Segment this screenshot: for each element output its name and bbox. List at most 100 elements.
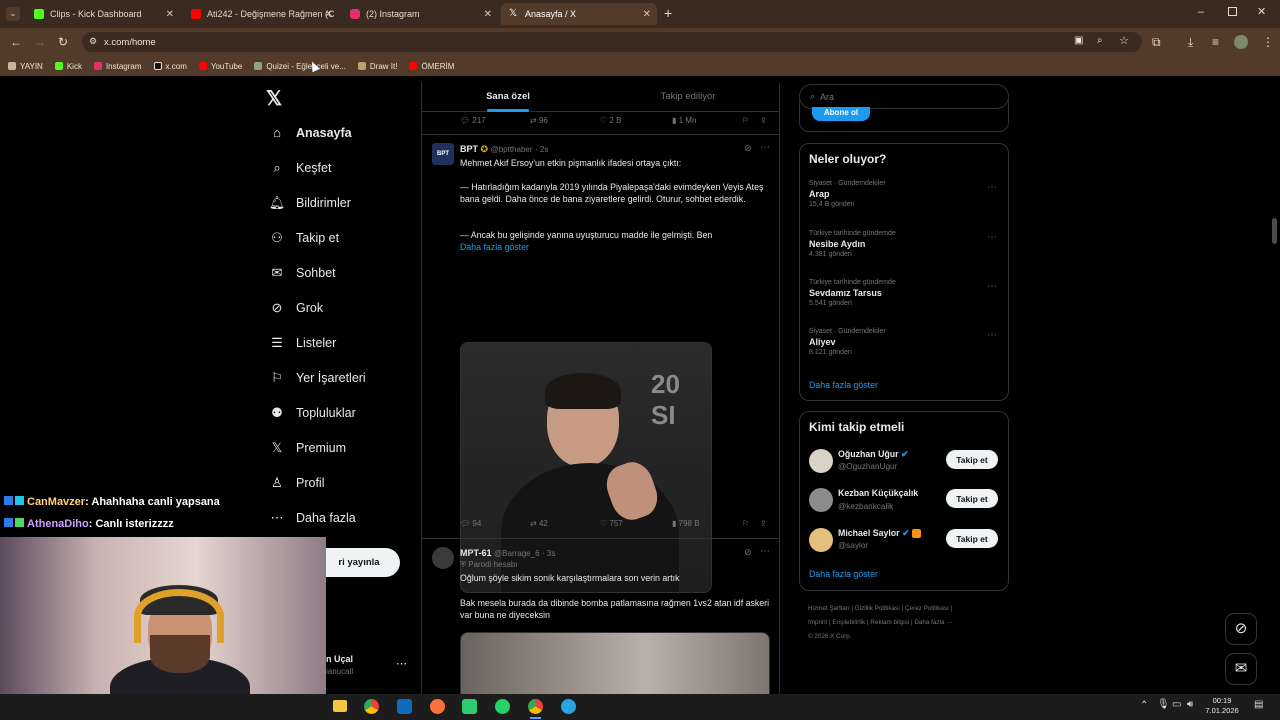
- nav-premium[interactable]: 𝕏 Premium: [268, 440, 346, 456]
- trend-item[interactable]: Türkiye tarihinde gündemde Nesibe Aydın …: [809, 230, 1001, 258]
- restore-button[interactable]: [1228, 7, 1237, 16]
- tab-search-button[interactable]: ⌄: [6, 7, 20, 21]
- author-handle[interactable]: @bptthaber: [491, 145, 533, 154]
- firefox-icon[interactable]: [430, 699, 445, 714]
- grok-icon[interactable]: ⊘: [744, 547, 752, 558]
- profile-avatar[interactable]: [1234, 35, 1248, 49]
- browser-tab-kick[interactable]: Clips - Kick Dashboard ✕: [26, 3, 180, 25]
- nav-grok[interactable]: ⊘ Grok: [268, 300, 324, 316]
- reply-button[interactable]: 💬︎ 94: [460, 519, 481, 528]
- more-icon[interactable]: ⋯: [987, 182, 997, 193]
- minimize-button[interactable]: –: [1198, 6, 1204, 18]
- nav-bookmarks[interactable]: ⚐ Yer İşaretleri: [268, 370, 366, 386]
- menu-icon[interactable]: ⋮: [1262, 35, 1274, 49]
- tab-for-you[interactable]: Sana özel: [422, 82, 594, 112]
- file-explorer-icon[interactable]: [333, 700, 347, 712]
- author-handle[interactable]: @Barrage_6: [494, 549, 539, 558]
- x-logo-icon[interactable]: 𝕏: [266, 86, 282, 111]
- tab-following[interactable]: Takip ediliyor: [602, 82, 774, 112]
- app-icon[interactable]: [462, 699, 477, 714]
- nav-profile[interactable]: ♙ Profil: [268, 475, 324, 491]
- close-icon[interactable]: ✕: [643, 9, 651, 20]
- bookmark-omerim[interactable]: ÖMERİM: [409, 62, 454, 71]
- repost-button[interactable]: ⇄ 96: [530, 116, 548, 125]
- trend-item[interactable]: Siyaset · Gündemdekiler Arap 15,4 B gönd…: [809, 180, 1001, 208]
- nav-communities[interactable]: ⚉ Topluluklar: [268, 405, 356, 421]
- bookmark-yayin[interactable]: YAYIN: [8, 62, 43, 71]
- bookmark-drawit[interactable]: Draw It!: [357, 62, 397, 71]
- new-tab-button[interactable]: +: [664, 5, 672, 21]
- more-icon[interactable]: ⋯: [760, 142, 770, 153]
- download-icon[interactable]: ⤓: [1188, 35, 1193, 50]
- more-icon[interactable]: ⋯: [760, 546, 770, 557]
- like-button[interactable]: ♡ 757: [600, 519, 623, 528]
- tweet-time[interactable]: · 3s: [542, 549, 555, 558]
- like-button[interactable]: ♡ 2 B: [600, 116, 621, 125]
- reload-icon[interactable]: ↻: [58, 35, 68, 49]
- share-icon[interactable]: ⇪: [760, 519, 767, 528]
- forward-icon[interactable]: →: [34, 35, 46, 49]
- nav-explore[interactable]: ⌕ Keşfet: [268, 160, 331, 176]
- views-button[interactable]: ▮ 798 B: [672, 519, 700, 528]
- bookmark-icon[interactable]: ⚐: [742, 116, 749, 125]
- nav-notifications[interactable]: 🔔︎ Bildirimler: [268, 195, 351, 211]
- media-icon[interactable]: ≡: [1212, 35, 1219, 49]
- author-name[interactable]: BPT: [460, 144, 478, 154]
- tweet-video[interactable]: [460, 632, 770, 694]
- reply-button[interactable]: 💬︎ 217: [460, 116, 486, 125]
- address-bar[interactable]: ⚙ x.com/home ▣ ⌕ ☆: [82, 32, 1142, 52]
- author-name[interactable]: MPT-61: [460, 548, 492, 558]
- bookmark-youtube[interactable]: YouTube: [198, 62, 242, 71]
- chevron-up-icon[interactable]: ⌃: [1140, 700, 1148, 711]
- grok-icon[interactable]: ⊘: [744, 143, 752, 154]
- repost-button[interactable]: ⇄ 42: [530, 519, 548, 528]
- trend-item[interactable]: Siyaset · Gündemdekiler Aliyev 8.121 gön…: [809, 328, 1001, 356]
- nav-more[interactable]: ⋯ Daha fazla: [268, 510, 356, 526]
- install-icon[interactable]: ▣: [1074, 35, 1083, 46]
- browser-tab-x[interactable]: 𝕏 Anasayfa / X ✕: [501, 3, 657, 25]
- more-icon[interactable]: ⋯: [987, 281, 997, 292]
- avatar[interactable]: [432, 547, 454, 569]
- extensions-icon[interactable]: ⧉: [1152, 35, 1161, 50]
- tweet-time[interactable]: · 2s: [535, 145, 548, 154]
- close-icon[interactable]: ✕: [325, 9, 333, 20]
- nav-home[interactable]: ⌂ Anasayfa: [268, 125, 352, 140]
- avatar[interactable]: [809, 488, 833, 512]
- star-icon[interactable]: ☆: [1119, 34, 1129, 47]
- user-name[interactable]: Michael Saylor ✔: [838, 528, 921, 539]
- bookmark-icon[interactable]: ⚐: [742, 519, 749, 528]
- volume-icon[interactable]: 🔊︎: [1187, 699, 1193, 710]
- follow-button[interactable]: Takip et: [946, 489, 998, 508]
- views-button[interactable]: ▮ 1 Mn: [672, 116, 696, 125]
- chrome-icon[interactable]: [364, 699, 379, 714]
- messages-float-button[interactable]: ✉: [1225, 653, 1257, 685]
- more-icon[interactable]: ⋯: [987, 232, 997, 243]
- bookmark-quizei[interactable]: Quizei - Eğlenceli ve...: [254, 62, 346, 71]
- outlook-icon[interactable]: [397, 699, 412, 714]
- bookmark-instagram[interactable]: Instagram: [93, 62, 142, 71]
- microphone-icon[interactable]: 🎙︎: [1157, 699, 1170, 710]
- nav-chat[interactable]: ✉ Sohbet: [268, 265, 336, 281]
- whatsapp-icon[interactable]: [495, 699, 510, 714]
- trend-item[interactable]: Türkiye tarihinde gündemde Sevdamız Tars…: [809, 279, 1001, 307]
- grok-float-button[interactable]: ⊘: [1225, 613, 1257, 645]
- network-icon[interactable]: ▭: [1172, 699, 1181, 710]
- wtf-show-more[interactable]: Daha fazla göster: [809, 569, 878, 579]
- back-icon[interactable]: ←: [10, 35, 22, 49]
- close-icon[interactable]: ✕: [166, 9, 174, 20]
- nav-follow[interactable]: ⚇ Takip et: [268, 230, 339, 246]
- telegram-icon[interactable]: [561, 699, 576, 714]
- more-icon[interactable]: ⋯: [987, 330, 997, 341]
- chrome-icon[interactable]: [528, 699, 543, 714]
- avatar[interactable]: [809, 449, 833, 473]
- follow-button[interactable]: Takip et: [946, 450, 998, 469]
- follow-button[interactable]: Takip et: [946, 529, 998, 548]
- trends-show-more[interactable]: Daha fazla göster: [809, 380, 878, 390]
- footer-line[interactable]: Hizmet Şartları | Gizlilik Politikası | …: [808, 602, 1008, 616]
- tweet-card[interactable]: BPT BPT ✪ @bptthaber · 2s ⊘ ⋯ Mehmet Aki…: [422, 135, 779, 593]
- subscribe-button[interactable]: Abone ol: [812, 107, 870, 121]
- notification-icon[interactable]: ▤: [1254, 699, 1263, 710]
- nav-lists[interactable]: ☰ Listeler: [268, 335, 336, 351]
- show-more-link[interactable]: Daha fazla göster: [460, 241, 770, 253]
- zoom-icon[interactable]: ⌕: [1097, 35, 1103, 46]
